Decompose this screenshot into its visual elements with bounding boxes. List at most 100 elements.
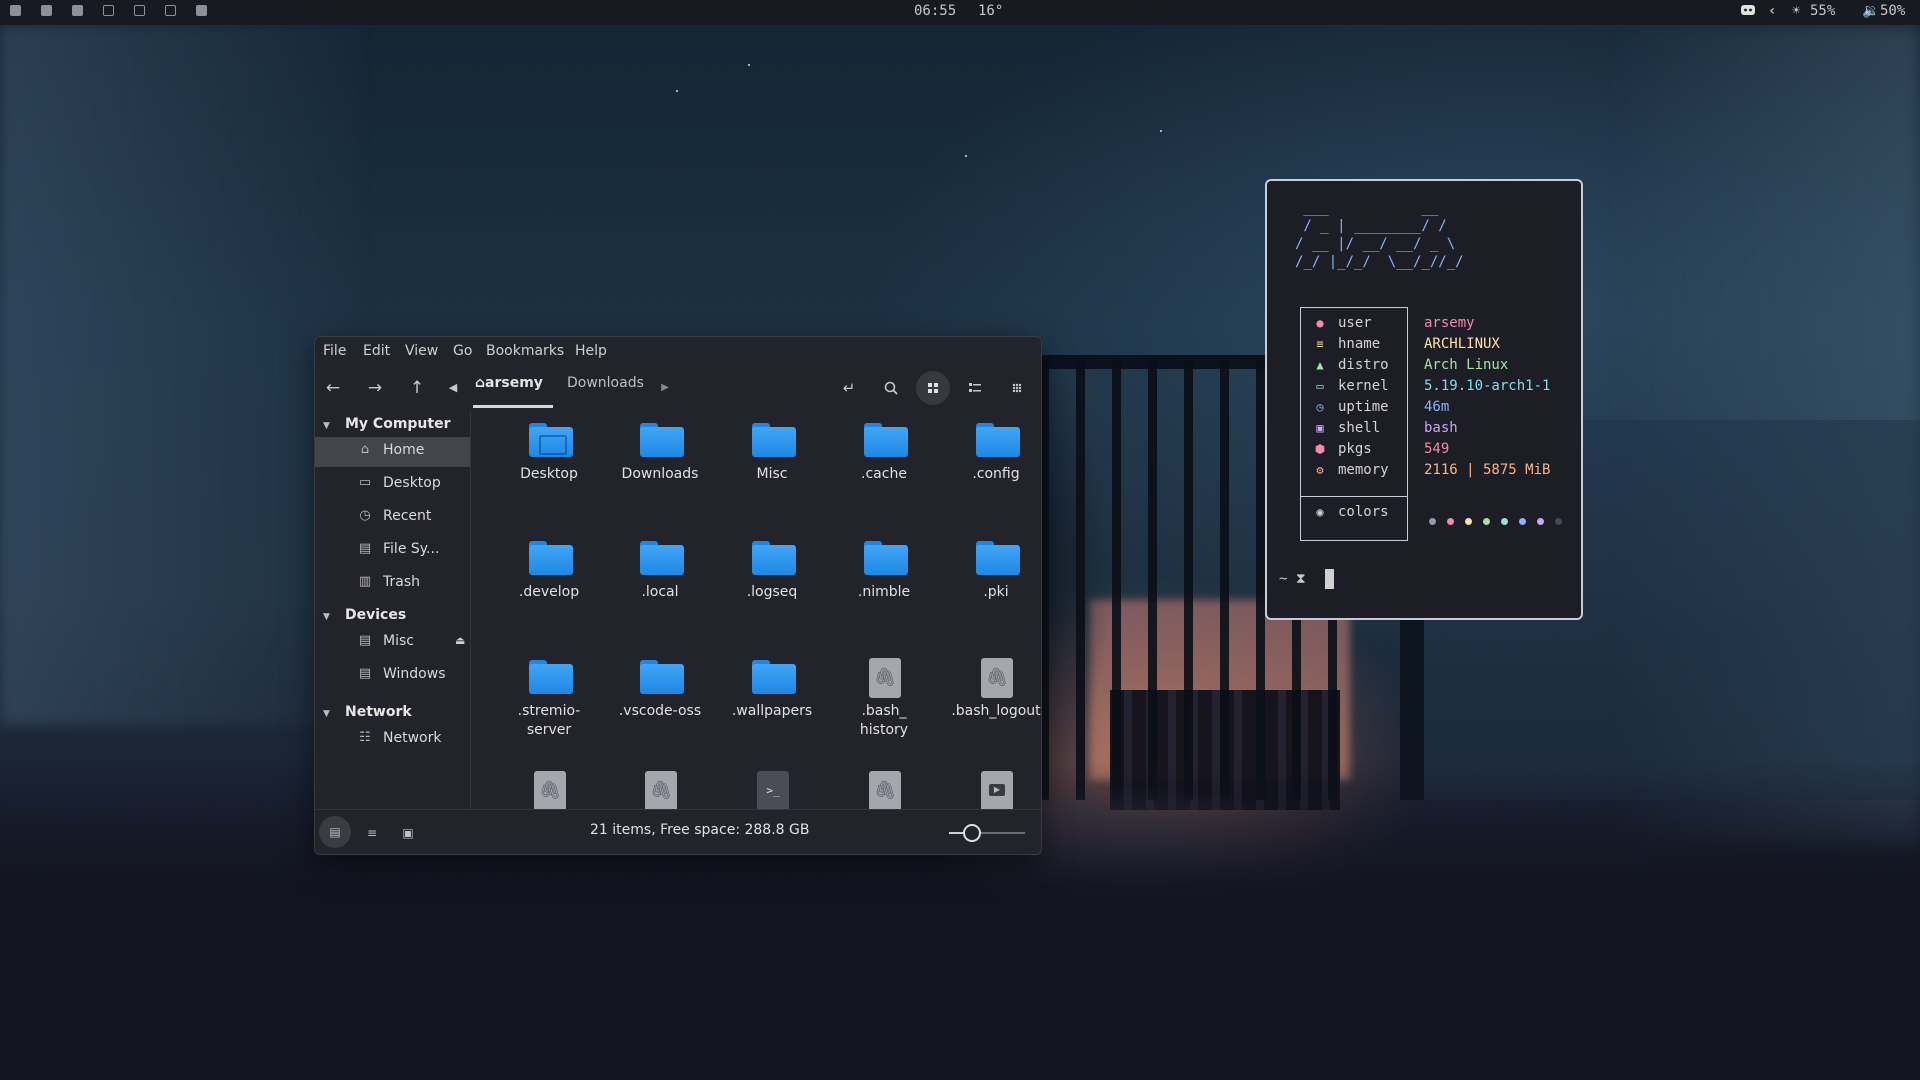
workspace-1-button[interactable] bbox=[10, 5, 21, 16]
drive-icon: ▤ bbox=[358, 666, 372, 681]
chevron-down-icon: ▼ bbox=[323, 709, 330, 719]
wallpaper-curtain-right bbox=[1620, 25, 1920, 845]
sidebar-section-my-computer[interactable]: ▼ My Computer bbox=[323, 416, 451, 432]
wallpaper-sunset bbox=[1090, 600, 1350, 780]
workspace-3-button[interactable] bbox=[72, 5, 83, 16]
volume-level[interactable]: 50% bbox=[1880, 3, 1905, 19]
breadcrumb-active-indicator bbox=[473, 405, 553, 408]
package-icon: ⬢ bbox=[1314, 442, 1326, 456]
chevron-down-icon: ▼ bbox=[323, 421, 330, 431]
wallpaper-star bbox=[748, 64, 750, 66]
fetch-value: 2116 | 5875 MiB bbox=[1424, 462, 1551, 478]
fetch-value: 5.19.10-arch1-1 bbox=[1424, 378, 1551, 394]
breadcrumb-downloads[interactable]: Downloads bbox=[567, 375, 644, 391]
sidebar-section-network[interactable]: ▼ Network bbox=[323, 704, 412, 720]
compact-view-button[interactable] bbox=[1003, 375, 1031, 401]
fetch-value: arsemy bbox=[1424, 315, 1475, 331]
folder-icon bbox=[640, 423, 684, 457]
forward-button[interactable]: → bbox=[361, 375, 389, 401]
fetch-key: distro bbox=[1338, 357, 1389, 373]
menu-go[interactable]: Go bbox=[453, 343, 472, 359]
fetch-row-distro: ▲ distro Arch Linux bbox=[1300, 357, 1580, 378]
terminal-window[interactable]: ___ __ / _ | ________/ / / __ |/ __/ __/… bbox=[1265, 179, 1583, 620]
color-swatch bbox=[1501, 518, 1508, 525]
list-view-button[interactable] bbox=[961, 375, 989, 401]
show-treeview-button[interactable]: ≡ bbox=[359, 820, 385, 846]
toggle-sidebar-button[interactable]: ▣ bbox=[395, 820, 421, 846]
workspace-4-button[interactable] bbox=[103, 5, 114, 16]
breadcrumb-home[interactable]: ⌂arsemy bbox=[475, 375, 543, 391]
menu-edit[interactable]: Edit bbox=[363, 343, 390, 359]
sidebar-item-filesystem[interactable]: ▤ File Sy... bbox=[315, 536, 470, 566]
text-file-icon: 🖇 bbox=[981, 658, 1013, 698]
folder-icon bbox=[976, 541, 1020, 575]
file-grid: Desktop Downloads Misc .cache .config .d… bbox=[471, 411, 1041, 809]
folder-icon bbox=[640, 541, 684, 575]
clock-icon: ◷ bbox=[1316, 400, 1324, 414]
menu-view[interactable]: View bbox=[405, 343, 438, 359]
top-panel: 06:55 16° ‹ ☀ 55% 🔉 50% bbox=[0, 0, 1920, 25]
breadcrumb-left-button[interactable]: ◀ bbox=[445, 375, 461, 401]
video-file-icon: ▶ bbox=[981, 771, 1013, 809]
fetch-key: user bbox=[1338, 315, 1372, 331]
sidebar-section-devices[interactable]: ▼ Devices bbox=[323, 607, 406, 623]
color-swatch bbox=[1537, 518, 1544, 525]
color-swatch bbox=[1483, 518, 1490, 525]
folder-icon bbox=[529, 660, 573, 694]
back-button[interactable]: ← bbox=[319, 375, 347, 401]
sidebar-item-recent[interactable]: ◷ Recent bbox=[315, 503, 470, 533]
show-places-button[interactable]: ▤ bbox=[319, 816, 351, 848]
fetch-row-user: ● user arsemy bbox=[1300, 315, 1580, 336]
fetch-row-shell: ▣ shell bash bbox=[1300, 420, 1580, 441]
search-icon[interactable] bbox=[877, 375, 905, 401]
text-cursor bbox=[1325, 569, 1334, 589]
brightness-level[interactable]: 55% bbox=[1810, 3, 1835, 19]
clock: 06:55 bbox=[914, 3, 957, 19]
memory-icon: ⚙ bbox=[1316, 463, 1324, 477]
breadcrumb-right-button[interactable]: ▶ bbox=[657, 375, 673, 401]
color-swatch bbox=[1555, 518, 1562, 525]
status-text: 21 items, Free space: 288.8 GB bbox=[590, 822, 810, 838]
fetch-value: 549 bbox=[1424, 441, 1450, 457]
color-swatch bbox=[1447, 518, 1454, 525]
sidebar-item-desktop[interactable]: ▭ Desktop bbox=[315, 470, 470, 500]
toggle-location-button[interactable]: ↵ bbox=[835, 375, 863, 401]
sidebar-item-home[interactable]: ⌂ Home bbox=[315, 437, 470, 467]
discord-icon[interactable] bbox=[1740, 3, 1756, 21]
wallpaper-star bbox=[676, 90, 678, 92]
eject-icon[interactable]: ⏏ bbox=[455, 634, 465, 647]
volume-icon: 🔉 bbox=[1862, 3, 1880, 19]
menu-file[interactable]: File bbox=[323, 343, 346, 359]
menu-bookmarks[interactable]: Bookmarks bbox=[486, 343, 564, 359]
workspace-6-button[interactable] bbox=[165, 5, 176, 16]
fetch-key: shell bbox=[1338, 420, 1381, 436]
fetch-value: 46m bbox=[1424, 399, 1450, 415]
distro-icon: ▲ bbox=[1316, 358, 1324, 372]
terminal-file-icon: >_ bbox=[757, 771, 789, 809]
up-button[interactable]: ↑ bbox=[403, 375, 431, 401]
workspace-7-button[interactable] bbox=[196, 5, 207, 16]
chevron-left-icon[interactable]: ‹ bbox=[1768, 3, 1776, 19]
text-file-icon: 🖇 bbox=[534, 771, 566, 809]
folder-icon bbox=[864, 423, 908, 457]
brightness-icon: ☀ bbox=[1792, 3, 1801, 19]
zoom-slider-handle[interactable] bbox=[962, 824, 981, 842]
wallpaper-star bbox=[965, 155, 967, 157]
sidebar: ▼ My Computer ⌂ Home ▭ Desktop ◷ Recent ▤… bbox=[315, 411, 470, 809]
color-swatch bbox=[1429, 518, 1436, 525]
sidebar-item-windows[interactable]: ▤ Windows bbox=[315, 661, 470, 691]
workspace-2-button[interactable] bbox=[41, 5, 52, 16]
sidebar-item-trash[interactable]: ▥ Trash bbox=[315, 569, 470, 599]
fetch-row-kernel: ▭ kernel 5.19.10-arch1-1 bbox=[1300, 378, 1580, 399]
folder-icon bbox=[752, 660, 796, 694]
workspace-5-button[interactable] bbox=[134, 5, 145, 16]
icon-view-button[interactable] bbox=[916, 371, 950, 405]
folder-desktop-icon bbox=[529, 423, 573, 457]
wallpaper-curtain-left bbox=[0, 25, 360, 725]
fetch-key: colors bbox=[1338, 504, 1389, 520]
sidebar-item-network[interactable]: ☷ Network bbox=[315, 725, 470, 755]
menu-help[interactable]: Help bbox=[575, 343, 607, 359]
sidebar-item-misc[interactable]: ▤ Misc ⏏ bbox=[315, 628, 470, 658]
wallpaper-star bbox=[1160, 130, 1162, 132]
user-icon: ● bbox=[1316, 316, 1324, 330]
